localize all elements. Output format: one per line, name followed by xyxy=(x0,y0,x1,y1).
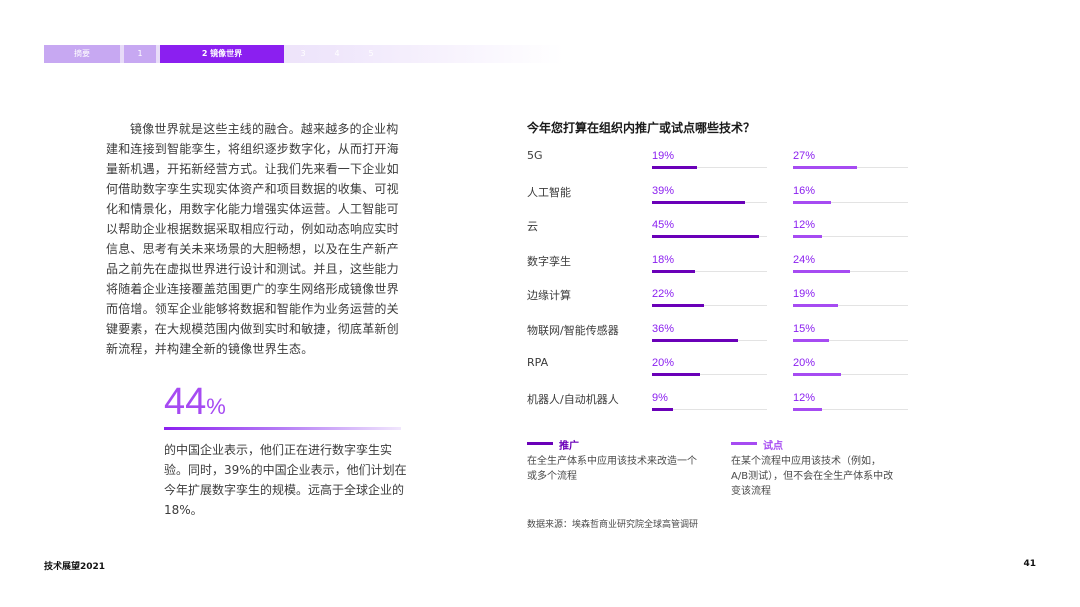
bar-promote xyxy=(652,200,745,204)
stat-unit: % xyxy=(206,394,226,419)
stat-figure: 44% xyxy=(164,380,226,429)
category-label: RPA xyxy=(527,356,549,369)
tab-3[interactable]: 3 xyxy=(288,45,318,63)
legend-pilot-label: 试点 xyxy=(763,441,783,452)
chart-row: 人工智能 39% 16% xyxy=(527,182,908,216)
bar-chart: 5G 19% 27% 人工智能 39% 16% 云 45% 12% 数字孪生 18% 24% 边缘计算 2… xyxy=(527,147,908,417)
value-label-promote: 39% xyxy=(652,184,675,197)
bar-pilot xyxy=(793,235,822,238)
bar-promote xyxy=(652,304,704,307)
value-label-pilot: 12% xyxy=(793,391,816,404)
category-label: 人工智能 xyxy=(527,185,571,199)
value-label-promote: 45% xyxy=(652,219,675,231)
stat-value: 44 xyxy=(164,381,207,423)
chart-row: 边缘计算 22% 19% xyxy=(527,285,908,319)
legend-pilot-desc: 在某个流程中应用该技术（例如，A/B测试），但不会在全生产体系中改变该流程 xyxy=(731,456,894,497)
stat-description: 的中国企业表示，他们正在进行数字孪生实验。同时，39%的中国企业表示，他们计划在… xyxy=(164,443,407,517)
tab-2-mirror-world[interactable]: 2 镜像世界 xyxy=(160,45,284,63)
value-label-pilot: 24% xyxy=(793,253,816,266)
value-label-promote: 20% xyxy=(652,357,675,369)
value-label-promote: 22% xyxy=(652,288,675,300)
legend-promote-swatch xyxy=(527,442,553,445)
chart-row: 5G 19% 27% xyxy=(527,147,908,181)
page-number: 41 xyxy=(1023,559,1036,569)
value-label-promote: 18% xyxy=(652,253,675,266)
legend-pilot-swatch xyxy=(731,442,757,445)
category-label: 物联网/智能传感器 xyxy=(527,323,619,337)
bar-pilot xyxy=(793,338,829,342)
bar-pilot xyxy=(793,166,857,169)
stat-underline xyxy=(164,427,401,430)
chart-row: 云 45% 12% xyxy=(527,216,908,250)
bar-pilot xyxy=(793,200,831,204)
category-label: 数字孪生 xyxy=(527,254,571,268)
value-label-pilot: 16% xyxy=(793,184,816,197)
value-label-pilot: 27% xyxy=(793,150,816,162)
chart-row: RPA 20% 20% xyxy=(527,354,908,388)
chart-row: 物联网/智能传感器 36% 15% xyxy=(527,320,908,354)
bar-pilot xyxy=(793,304,838,307)
category-label: 边缘计算 xyxy=(527,289,571,302)
value-label-pilot: 19% xyxy=(793,288,816,300)
category-label: 云 xyxy=(527,220,538,233)
bar-pilot xyxy=(793,407,822,411)
tab-1[interactable]: 1 xyxy=(124,45,156,63)
bar-pilot xyxy=(793,373,841,376)
tab-5[interactable]: 5 xyxy=(356,45,386,63)
value-label-pilot: 12% xyxy=(793,219,816,231)
footer-title: 技术展望2021 xyxy=(44,562,106,572)
legend-promote-label: 推广 xyxy=(559,441,579,452)
chart-title: 今年您打算在组织内推广或试点哪些技术？ xyxy=(527,121,756,135)
value-label-promote: 36% xyxy=(652,322,675,335)
value-label-promote: 9% xyxy=(652,391,668,404)
data-source: 数据来源：埃森哲商业研究院全球高管调研 xyxy=(527,520,699,530)
legend-promote-desc: 在全生产体系中应用该技术来改造一个或多个流程 xyxy=(527,456,697,482)
section-nav: 摘要 1 2 镜像世界 3 4 5 xyxy=(44,45,390,63)
bar-promote xyxy=(652,235,759,238)
bar-pilot xyxy=(793,269,850,273)
body-paragraph: 镜像世界就是这些主线的融合。越来越多的企业构建和连接到智能孪生，将组织逐步数字化… xyxy=(106,122,399,356)
tab-summary[interactable]: 摘要 xyxy=(44,45,120,63)
category-label: 机器人/自动机器人 xyxy=(527,392,619,406)
value-label-pilot: 20% xyxy=(793,357,816,369)
bar-promote xyxy=(652,373,700,376)
bar-promote xyxy=(652,407,673,411)
value-label-promote: 19% xyxy=(652,150,675,162)
category-label: 5G xyxy=(527,149,543,162)
chart-row: 机器人/自动机器人 9% 12% xyxy=(527,389,908,423)
bar-promote xyxy=(652,166,697,169)
tab-4[interactable]: 4 xyxy=(322,45,352,63)
bar-promote xyxy=(652,338,738,342)
value-label-pilot: 15% xyxy=(793,322,816,335)
chart-row: 数字孪生 18% 24% xyxy=(527,251,908,285)
bar-promote xyxy=(652,269,695,273)
